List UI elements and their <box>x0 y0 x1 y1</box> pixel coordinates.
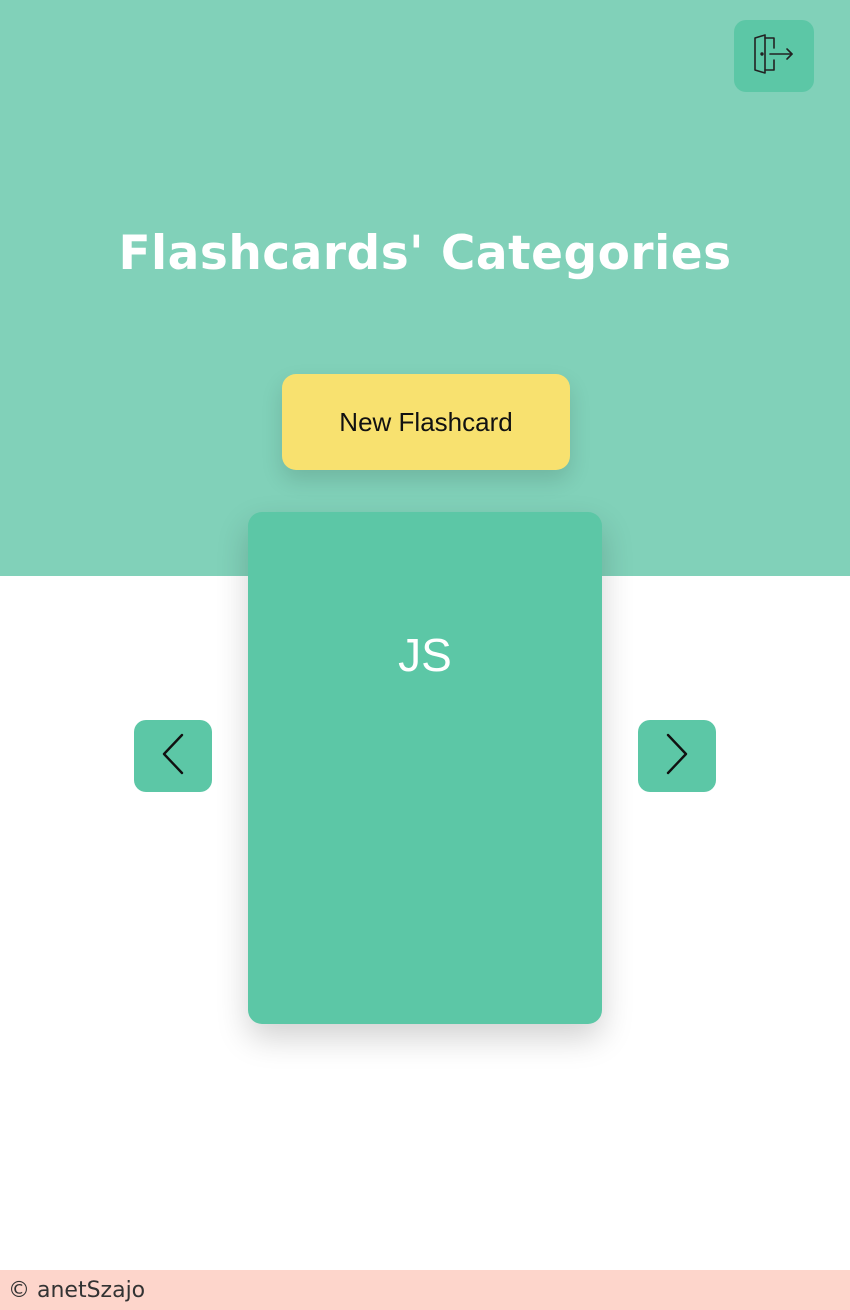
chevron-right-icon <box>662 732 692 781</box>
copyright-text: © anetSzajo <box>8 1277 146 1303</box>
page-title: Flashcards' Categories <box>118 226 732 281</box>
category-card-title: JS <box>398 629 452 681</box>
new-flashcard-button[interactable]: New Flashcard <box>282 374 570 470</box>
footer: © anetSzajo <box>0 1270 850 1310</box>
logout-door-icon <box>752 33 796 79</box>
header-section: Flashcards' Categories New Flashcard <box>0 0 850 576</box>
logout-button[interactable] <box>734 20 814 92</box>
previous-category-button[interactable] <box>134 720 212 792</box>
category-card[interactable]: JS <box>248 512 602 1024</box>
next-category-button[interactable] <box>638 720 716 792</box>
chevron-left-icon <box>158 732 188 781</box>
